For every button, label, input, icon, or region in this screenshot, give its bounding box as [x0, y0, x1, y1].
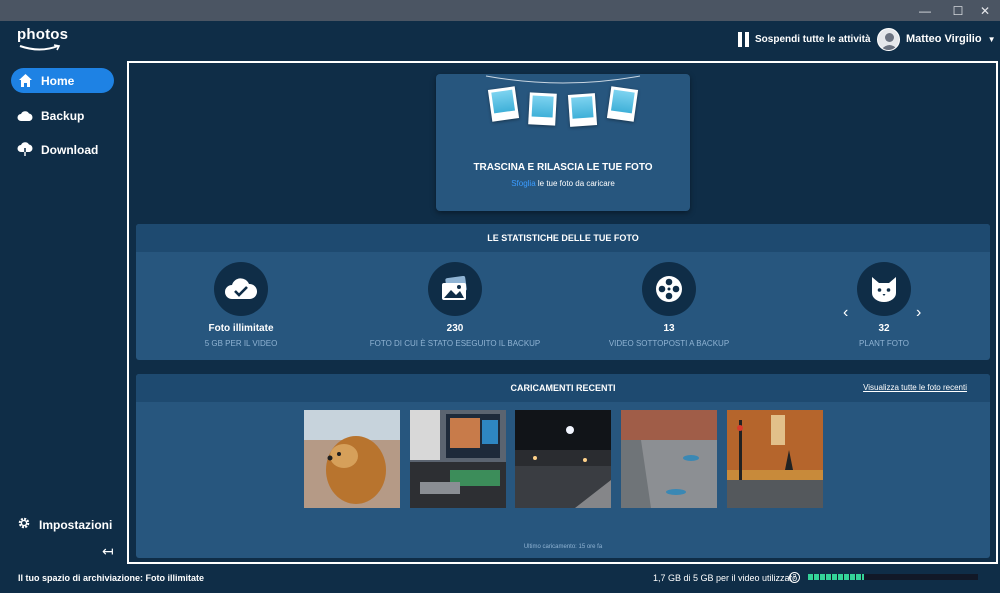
- photo-string-icon: [485, 75, 641, 84]
- pause-label: Sospendi tutte le attività: [755, 33, 871, 45]
- stat-videos-backed-up: 13 VIDEO SOTTOPOSTI A BACKUP: [559, 262, 779, 348]
- stat-value: 32: [878, 323, 890, 334]
- film-reel-icon: [642, 262, 696, 316]
- user-name: Matteo Virgilio: [906, 33, 982, 45]
- main-content: TRASCINA E RILASCIA LE TUE FOTO Sfoglia …: [127, 61, 998, 564]
- sidebar-item-label: Backup: [41, 108, 85, 123]
- stat-value: 13: [663, 323, 675, 334]
- stat-unlimited-photos: Foto illimitate 5 GB PER IL VIDEO: [131, 262, 351, 348]
- amazon-photos-logo: photos: [17, 26, 69, 52]
- stat-value: 230: [446, 323, 464, 334]
- stat-label: 5 GB PER IL VIDEO: [204, 339, 278, 348]
- sidebar-item-download[interactable]: Download: [11, 137, 114, 162]
- window-title-bar: — ☐ ✕: [0, 0, 1000, 21]
- settings-label: Impostazioni: [39, 517, 113, 532]
- stats-next-button[interactable]: ›: [916, 304, 921, 322]
- storage-progress-bar: [808, 574, 978, 580]
- stat-label: VIDEO SOTTOPOSTI A BACKUP: [608, 339, 730, 348]
- cloud-icon: [17, 108, 33, 124]
- status-bar: Il tuo spazio di archiviazione: Foto ill…: [0, 567, 1000, 593]
- last-upload-text: Ultimo caricamento: 15 ore fa: [523, 544, 603, 550]
- pause-all-button[interactable]: Sospendi tutte le attività: [738, 30, 871, 48]
- recent-uploads-panel: CARICAMENTI RECENTI Visualizza tutte le …: [136, 374, 990, 558]
- app-header: photos Sospendi tutte le attività Matteo…: [0, 21, 1000, 57]
- settings-button[interactable]: Impostazioni: [17, 516, 112, 533]
- sidebar-item-label: Home: [41, 73, 75, 88]
- drop-zone-subtitle: Sfoglia le tue foto da caricare: [436, 179, 690, 188]
- storage-text: Il tuo spazio di archiviazione: Foto ill…: [18, 573, 205, 583]
- browse-text: le tue foto da caricare: [535, 179, 615, 188]
- cloud-check-icon: [214, 262, 268, 316]
- stat-label: FOTO DI CUI È STATO ESEGUITO IL BACKUP: [369, 339, 541, 348]
- stats-prev-button[interactable]: ‹: [843, 304, 848, 322]
- stat-value: Foto illimitate: [208, 323, 274, 334]
- polaroid-image: [606, 86, 639, 122]
- close-button[interactable]: ✕: [970, 0, 1000, 21]
- polaroid-image: [567, 93, 598, 127]
- chevron-down-icon: ▼: [987, 34, 996, 44]
- cat-icon: [857, 262, 911, 316]
- storage-progress-fill: [808, 574, 865, 580]
- stats-panel: LE STATISTICHE DELLE TUE FOTO Foto illim…: [136, 224, 990, 360]
- drop-zone[interactable]: TRASCINA E RILASCIA LE TUE FOTO Sfoglia …: [436, 74, 690, 211]
- user-menu[interactable]: Matteo Virgilio ▼: [877, 26, 996, 52]
- collapse-sidebar-button[interactable]: ↤: [102, 543, 114, 560]
- recent-photo-sidewalk[interactable]: [621, 410, 717, 508]
- recent-photo-dog[interactable]: [304, 410, 400, 508]
- recent-photo-desk[interactable]: [410, 410, 506, 508]
- photos-icon: [428, 262, 482, 316]
- user-avatar-icon: [880, 32, 899, 50]
- stats-title: LE STATISTICHE DELLE TUE FOTO: [136, 224, 990, 252]
- sidebar-item-label: Download: [41, 142, 99, 157]
- minimize-button[interactable]: —: [910, 0, 940, 21]
- avatar: [877, 27, 900, 51]
- stat-plant-photos: 32 PLANT FOTO: [774, 262, 994, 348]
- cloud-download-icon: [17, 142, 33, 158]
- view-all-recent-link[interactable]: Visualizza tutte le foto recenti: [863, 383, 967, 392]
- sidebar: Home Backup Download Impostazioni ↤: [0, 57, 124, 567]
- polaroid-image: [487, 86, 520, 122]
- stat-photos-backed-up: 230 FOTO DI CUI È STATO ESEGUITO IL BACK…: [345, 262, 565, 348]
- smile-logo-icon: [19, 44, 61, 51]
- sidebar-item-backup[interactable]: Backup: [11, 103, 114, 128]
- gear-icon: [17, 516, 31, 533]
- logo-text: photos: [17, 26, 69, 43]
- help-icon[interactable]: ?: [789, 572, 800, 583]
- recent-photo-crossing[interactable]: [727, 410, 823, 508]
- browse-link[interactable]: Sfoglia: [511, 179, 535, 188]
- polaroid-image: [528, 92, 557, 126]
- stat-label: PLANT FOTO: [859, 339, 909, 348]
- usage-text: 1,7 GB di 5 GB per il video utilizzato: [653, 573, 798, 583]
- home-icon: [17, 73, 33, 89]
- sidebar-item-home[interactable]: Home: [11, 68, 114, 93]
- recent-photo-night-street[interactable]: [515, 410, 611, 508]
- drop-zone-title: TRASCINA E RILASCIA LE TUE FOTO: [473, 162, 653, 173]
- maximize-button[interactable]: ☐: [943, 0, 973, 21]
- recent-uploads-header: CARICAMENTI RECENTI Visualizza tutte le …: [136, 374, 990, 402]
- recent-uploads-title: CARICAMENTI RECENTI: [510, 383, 616, 393]
- pause-icon: [738, 31, 749, 47]
